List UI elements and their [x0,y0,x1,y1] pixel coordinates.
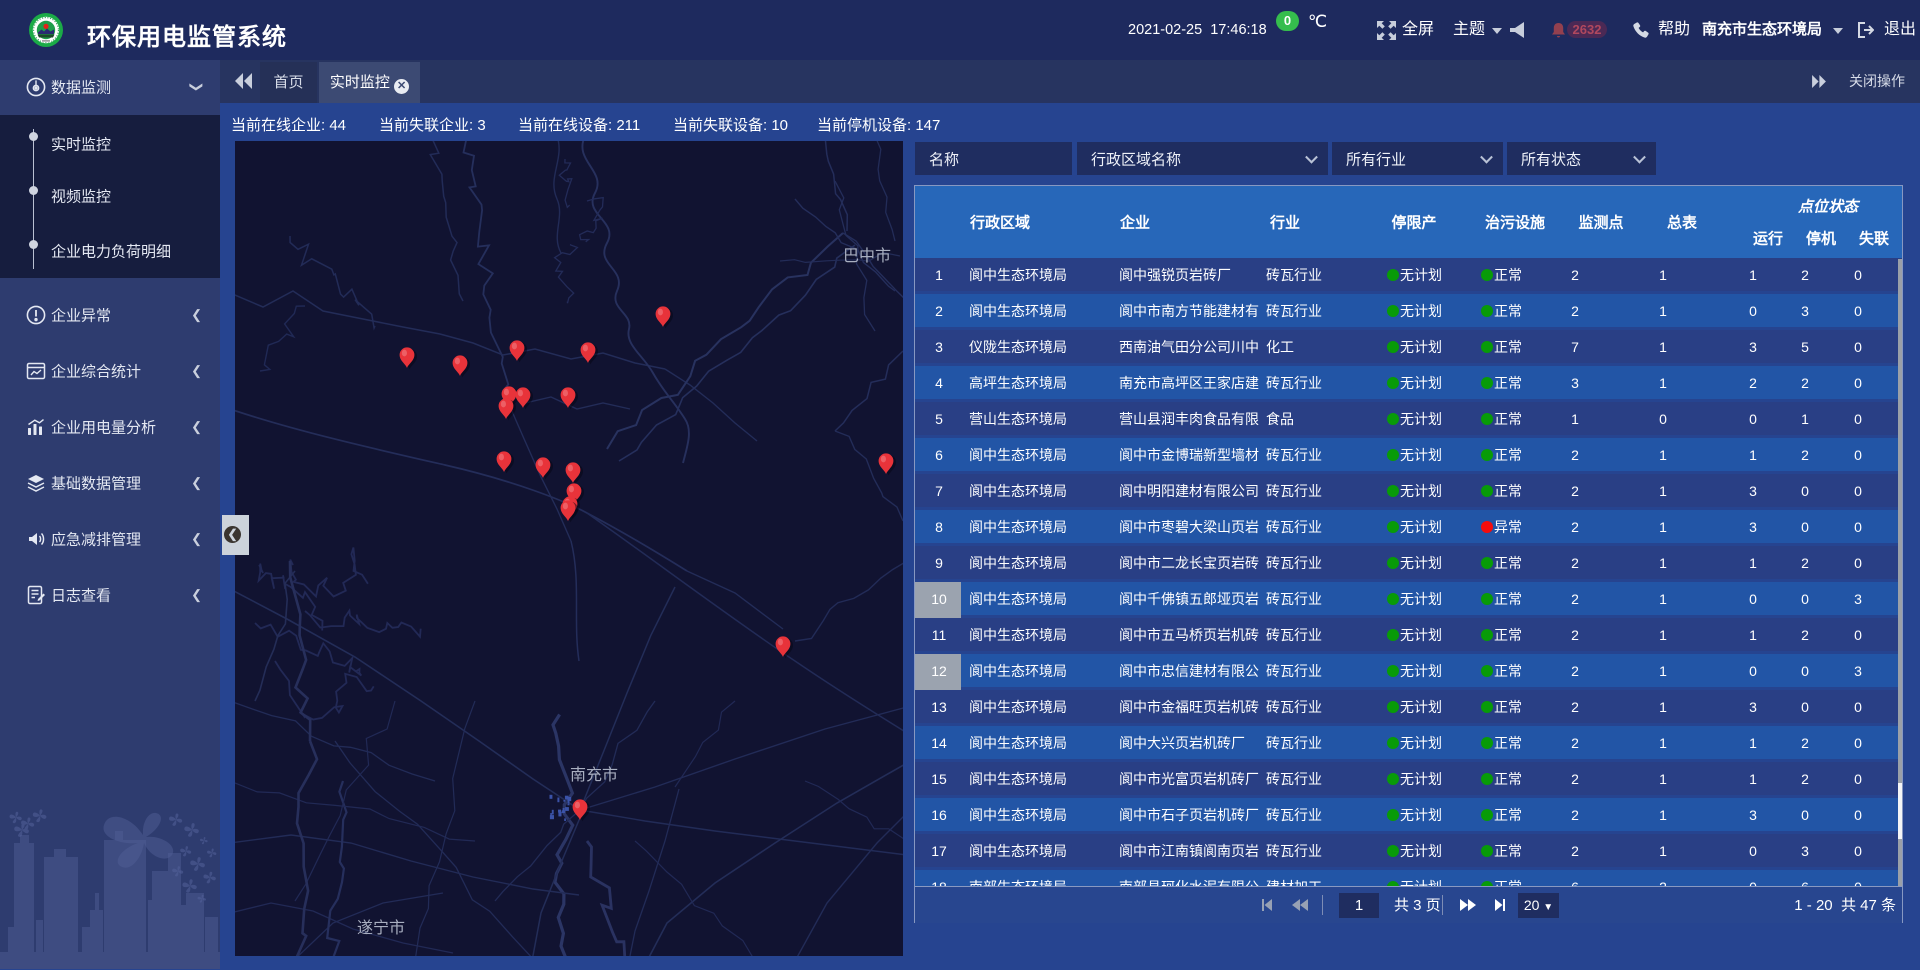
svg-text:巴中市: 巴中市 [843,247,891,265]
svg-text:遂宁市: 遂宁市 [357,919,405,937]
svg-text:南充市: 南充市 [570,766,618,784]
